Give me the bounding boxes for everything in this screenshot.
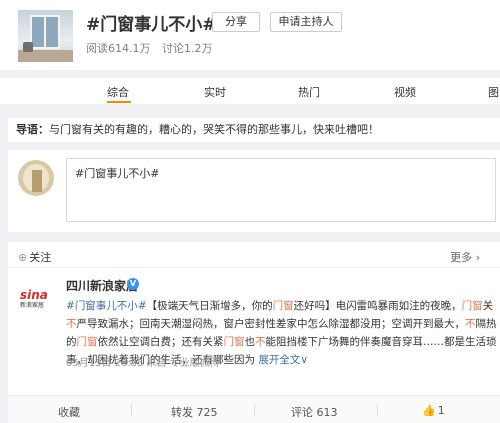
hashtag-link[interactable]: #门窗事儿不小# [66, 300, 147, 312]
tab-realtime[interactable]: 实时 [204, 84, 226, 100]
feed-post: ⊕ 关注 更多 › sina 新浪家居 四川新浪家居 V #门窗事儿不小#【极端天… [8, 242, 500, 423]
comment-button[interactable]: 评论 613 [291, 404, 338, 420]
plus-icon: ⊕ [18, 251, 28, 264]
expand-full-text-link[interactable]: 展开全文∨ [258, 354, 308, 366]
more-menu-button[interactable]: 更多 › [450, 249, 480, 265]
user-avatar[interactable] [18, 160, 54, 196]
author-avatar[interactable]: sina 新浪家居 [20, 288, 52, 320]
topic-title: #门窗事儿不小# [86, 15, 217, 35]
guide-prefix: 导语： [16, 123, 49, 136]
post-composer: #门窗事儿不小# [8, 150, 500, 232]
post-header-bar: ⊕ 关注 更多 › [8, 242, 500, 268]
topic-tabs: 综合 实时 热门 视频 图 [0, 78, 500, 104]
post-action-bar: 收藏 转发 725 评论 613 👍 1 [8, 395, 500, 423]
topic-stats: 阅读614.1万 讨论1.2万 [86, 40, 221, 56]
tab-comprehensive[interactable]: 综合 [107, 84, 129, 100]
tab-hot[interactable]: 热门 [298, 84, 320, 100]
chevron-down-icon: ∨ [300, 354, 309, 366]
read-count: 阅读614.1万 [86, 42, 151, 55]
sina-logo-sub: 新浪家居 [20, 302, 45, 309]
tab-video[interactable]: 视频 [394, 84, 416, 100]
active-tab-indicator [107, 101, 131, 103]
follow-button[interactable]: ⊕ 关注 [18, 249, 51, 265]
repost-button[interactable]: 转发 725 [171, 404, 218, 420]
like-button[interactable]: 👍 1 [422, 404, 445, 417]
follow-label: 关注 [29, 251, 52, 264]
thumb-up-icon: 👍 [422, 404, 436, 417]
tab-image[interactable]: 图 [488, 84, 499, 100]
more-label: 更多 [450, 251, 473, 264]
topic-guide: 导语：与门窗有关的有趣的，糟心的，哭笑不得的那些事儿，快来吐槽吧！ [8, 118, 500, 142]
guide-text: 与门窗有关的有趣的，糟心的，哭笑不得的那些事儿，快来吐槽吧！ [49, 123, 379, 136]
topic-cover-image [18, 10, 73, 62]
topic-header: #门窗事儿不小# 分享 申请主持人 阅读614.1万 讨论1.2万 [0, 0, 500, 70]
verified-badge-icon: V [127, 278, 139, 290]
sina-logo: sina [20, 288, 48, 302]
discussion-count: 讨论1.2万 [162, 42, 213, 55]
apply-host-button[interactable]: 申请主持人 [270, 12, 342, 32]
collect-button[interactable]: 收藏 [58, 404, 80, 420]
share-button[interactable]: 分享 [212, 12, 260, 32]
chevron-right-icon: › [475, 251, 480, 264]
post-meta: 05月15日 20:55 来自 专业版微博 [66, 358, 220, 369]
compose-input[interactable]: #门窗事儿不小# [66, 158, 496, 222]
